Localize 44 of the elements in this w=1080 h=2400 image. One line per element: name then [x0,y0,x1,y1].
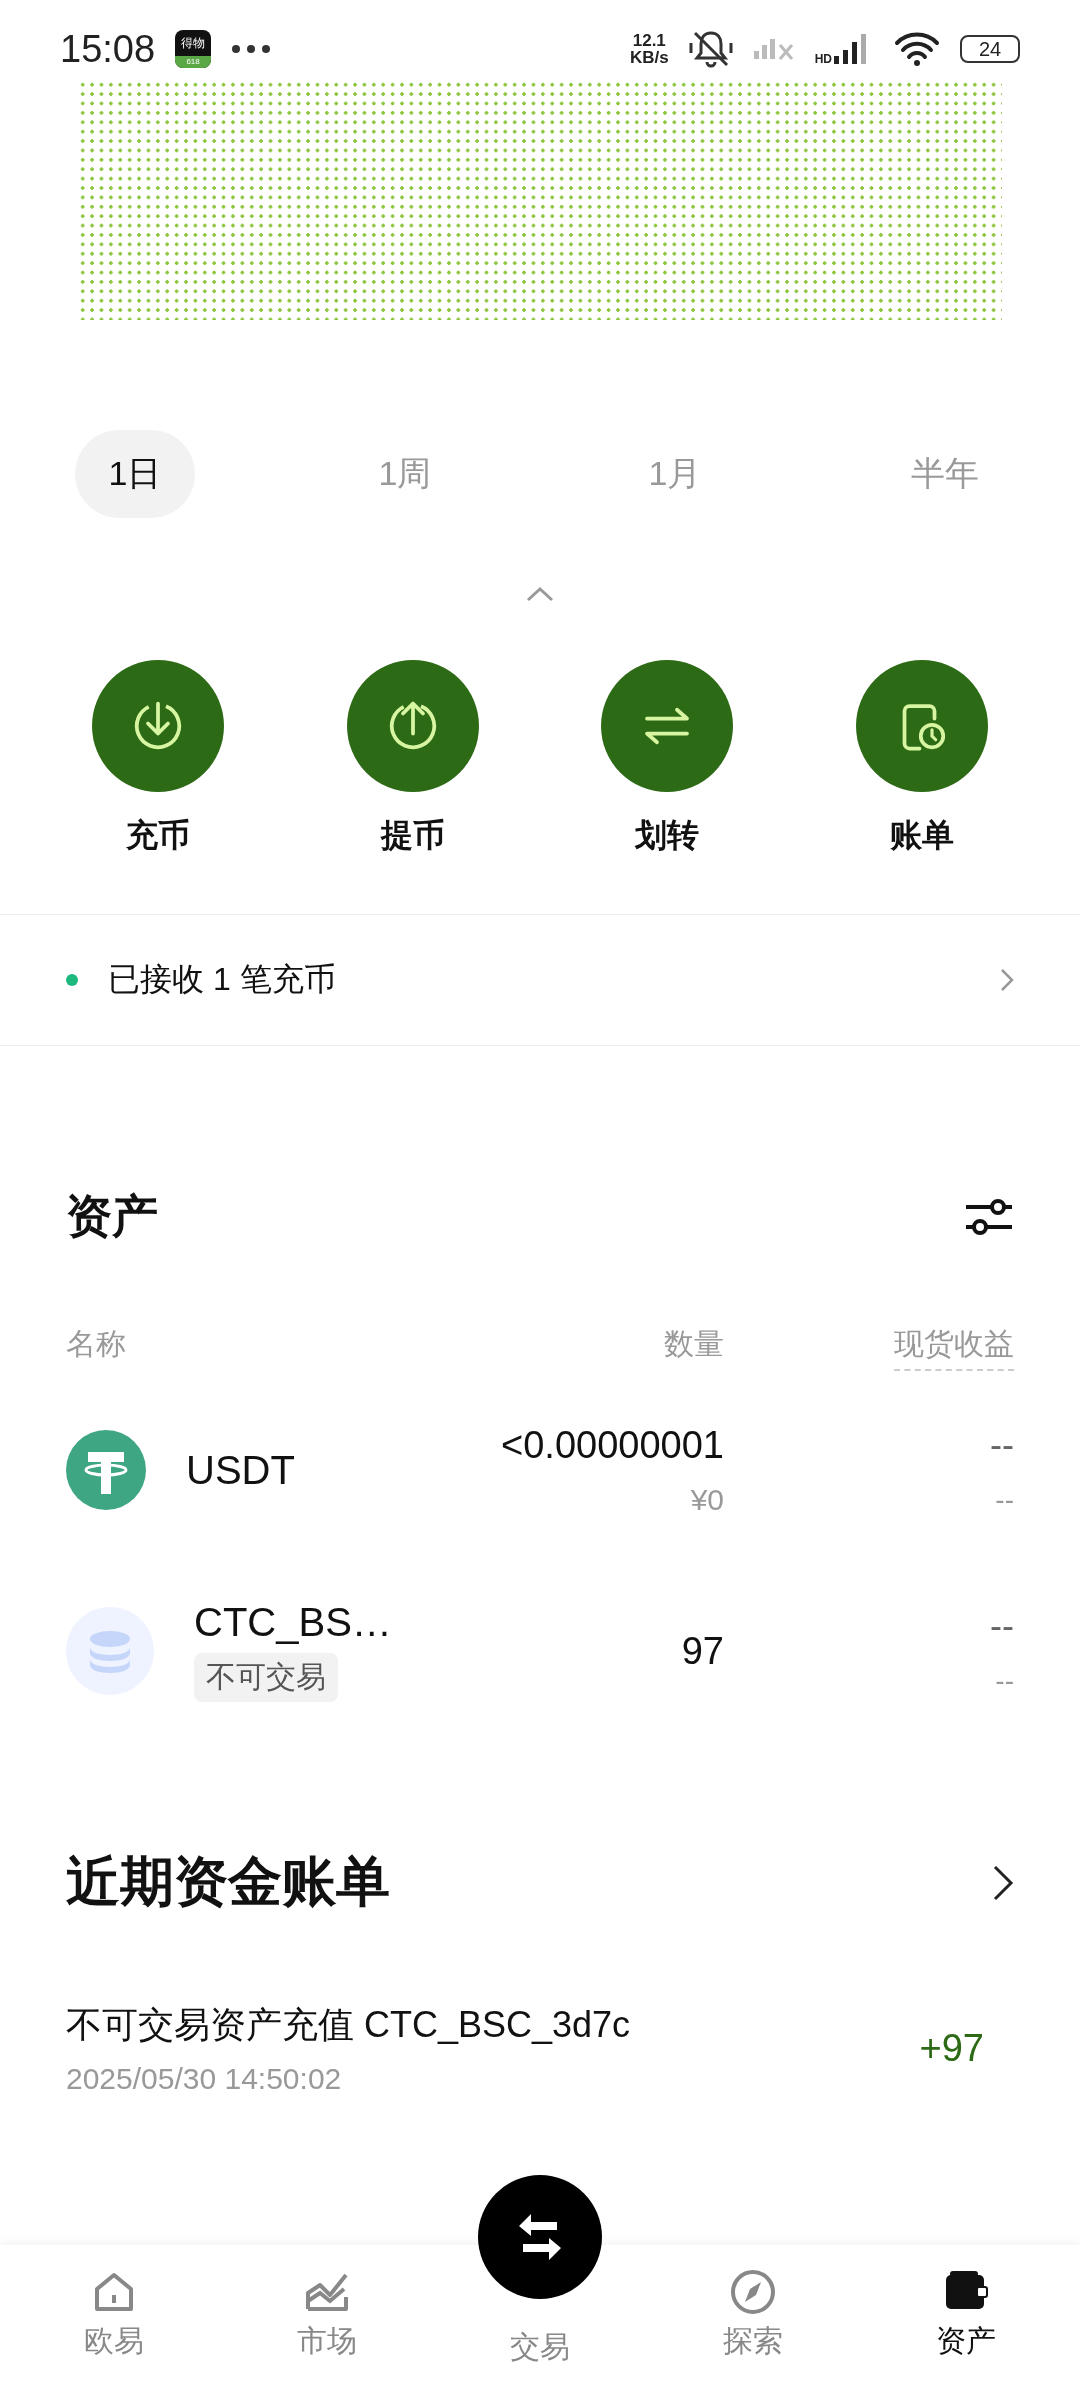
asset-row[interactable]: USDT <0.00000001 ¥0 -- -- [66,1405,1014,1535]
more-dots-icon [231,44,272,54]
section-title: 近期资金账单 [66,1850,390,1913]
section-title: 资产 [66,1189,158,1244]
chevron-right-icon[interactable] [992,1863,1014,1902]
nav-tab[interactable]: 欧易 [8,2245,221,2400]
asset-amount: <0.00000001 [501,1423,724,1467]
spot-pnl-rate: -- [995,1665,1014,1697]
nav-tab[interactable]: 交易 [500,2327,580,2368]
wifi-icon [894,31,940,67]
clock-time: 15:08 [60,27,156,71]
network-type: HD [814,52,832,66]
status-dot [66,974,78,986]
nav-tab[interactable]: 探索 [646,2245,860,2400]
asset-name: USDT [186,1447,295,1493]
status-tag: 不可交易 [194,1653,338,1702]
spot-pnl-rate: -- [995,1484,1014,1516]
nav-tab[interactable]: 市场 [220,2245,434,2400]
notice-row[interactable]: 已接收 1 笔充币 [0,914,1080,1046]
bill-row[interactable]: 不可交易资产充值 CTC_BSC_3d7c 2025/05/30 14:50:02 +97 [66,2001,1014,2096]
notice-text: 已接收 1 笔充币 [108,960,337,999]
bill-amount: +97 [919,2027,984,2070]
column-header: 数量 [664,1326,724,1362]
coin-stack-icon [66,1607,154,1695]
asset-name: CTC_BS… [194,1600,392,1645]
battery-level: 24 [960,35,1020,63]
spot-pnl: -- [990,1424,1014,1466]
speed-unit: KB/s [629,49,669,66]
app-notification-icon: 得物 618 [175,30,212,68]
asset-value: ¥0 [690,1482,724,1517]
asset-amount: 97 [681,1629,724,1673]
coin-t-icon [66,1430,146,1510]
muted-bell-icon [688,29,733,69]
collapse-chevron-icon[interactable] [525,586,555,602]
chevron-right-icon [1000,968,1014,992]
network-speed: 12.1 [632,32,666,49]
asset-row[interactable]: CTC_BS… 不可交易 97 -- -- [66,1581,1014,1721]
bill-title: 不可交易资产充值 CTC_BSC_3d7c [66,2003,631,2047]
period-tab[interactable]: 1日 [74,430,196,518]
weak-signal-icon [752,38,795,60]
spot-pnl: -- [990,1605,1014,1647]
column-header: 名称 [66,1326,127,1362]
bill-time: 2025/05/30 14:50:02 [66,2062,343,2096]
nav-tab[interactable]: 资产 [859,2245,1072,2400]
